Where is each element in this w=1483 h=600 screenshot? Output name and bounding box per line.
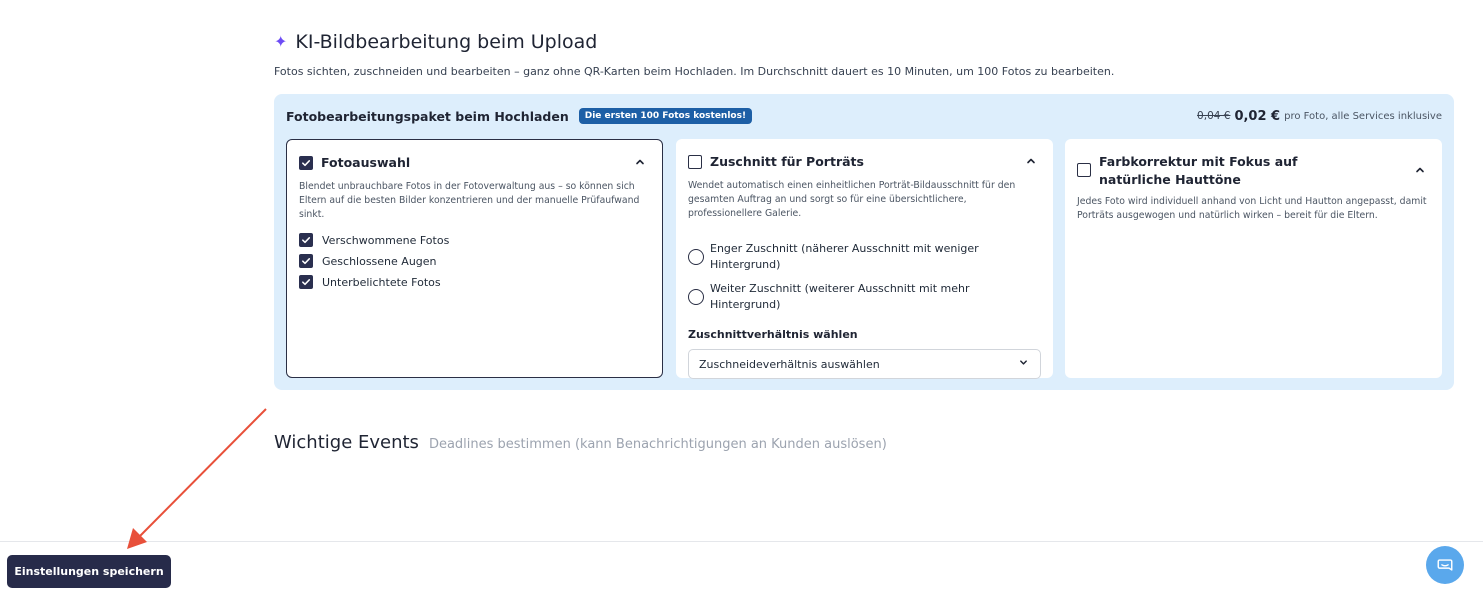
card-photo-selection[interactable]: Fotoauswahl Blendet unbrauchbare Fotos i… <box>286 139 663 378</box>
photo-selection-options: Verschwommene Fotos Geschlossene Augen U… <box>299 233 650 289</box>
radio-tight-crop[interactable]: Enger Zuschnitt (näherer Ausschnitt mit … <box>688 241 1041 273</box>
radio-label: Weiter Zuschnitt (weiterer Ausschnitt mi… <box>710 282 970 311</box>
footer-divider <box>0 541 1483 542</box>
package-title: Fotobearbeitungspaket beim Hochladen <box>286 108 569 124</box>
chevron-up-icon[interactable] <box>630 154 650 172</box>
free-photos-badge: Die ersten 100 Fotos kostenlos! <box>578 108 753 124</box>
chevron-up-icon[interactable] <box>1410 162 1430 180</box>
section-title-row: ✦ KI-Bildbearbeitung beim Upload <box>274 30 1454 54</box>
card-title: Fotoauswahl <box>321 155 411 170</box>
section-title: KI-Bildbearbeitung beim Upload <box>295 31 598 53</box>
chat-bubble-icon[interactable] <box>1426 546 1464 584</box>
color-correction-checkbox[interactable] <box>1077 163 1091 177</box>
option-label: Unterbelichtete Fotos <box>322 275 441 289</box>
save-settings-button[interactable]: Einstellungen speichern <box>7 555 171 588</box>
sparkle-icon: ✦ <box>274 32 288 51</box>
ai-editing-section: ✦ KI-Bildbearbeitung beim Upload Fotos s… <box>274 30 1454 390</box>
card-portrait-crop[interactable]: Zuschnitt für Porträts Wendet automatisc… <box>676 139 1053 379</box>
chevron-down-icon <box>1019 358 1028 370</box>
section-subtitle: Fotos sichten, zuschneiden und bearbeite… <box>274 65 1115 78</box>
radio-button[interactable] <box>688 249 704 265</box>
radio-wide-crop[interactable]: Weiter Zuschnitt (weiterer Ausschnitt mi… <box>688 281 1041 313</box>
photo-editing-package: Fotobearbeitungspaket beim Hochladen Die… <box>274 94 1454 390</box>
select-value: Zuschneideverhältnis auswählen <box>699 357 880 371</box>
card-description: Jedes Foto wird individuell anhand von L… <box>1077 196 1427 221</box>
crop-ratio-select[interactable]: Zuschneideverhältnis auswählen <box>688 349 1041 379</box>
blurry-photos-checkbox[interactable] <box>299 233 313 247</box>
events-section: Wichtige Events Deadlines bestimmen (kan… <box>274 432 887 453</box>
check-icon <box>302 279 311 286</box>
underexposed-checkbox[interactable] <box>299 275 313 289</box>
crop-ratio-label: Zuschnittverhältnis wählen <box>688 328 858 341</box>
chevron-up-icon[interactable] <box>1021 153 1041 171</box>
photo-selection-checkbox[interactable] <box>299 156 313 170</box>
package-price: 0,04 € 0,02 € pro Foto, alle Services in… <box>1197 109 1442 124</box>
option-underexposed[interactable]: Unterbelichtete Fotos <box>299 275 650 289</box>
price-suffix: pro Foto, alle Services inklusive <box>1284 110 1442 122</box>
card-header: Fotoauswahl <box>299 154 650 172</box>
events-title: Wichtige Events <box>274 432 419 453</box>
card-title: Farbkorrektur mit Fokus auf natürliche H… <box>1099 154 1298 187</box>
option-blurry-photos[interactable]: Verschwommene Fotos <box>299 233 650 247</box>
option-closed-eyes[interactable]: Geschlossene Augen <box>299 254 650 268</box>
check-icon <box>302 258 311 265</box>
card-color-correction[interactable]: Farbkorrektur mit Fokus auf natürliche H… <box>1065 139 1442 378</box>
old-price: 0,04 € <box>1197 110 1231 122</box>
new-price: 0,02 € <box>1234 108 1281 124</box>
radio-label: Enger Zuschnitt (näherer Ausschnitt mit … <box>710 242 979 271</box>
card-header: Farbkorrektur mit Fokus auf natürliche H… <box>1077 153 1430 189</box>
events-subtitle: Deadlines bestimmen (kann Benachrichtigu… <box>428 437 887 452</box>
card-description: Blendet unbrauchbare Fotos in der Fotove… <box>299 181 640 220</box>
check-icon <box>302 160 311 167</box>
card-title: Zuschnitt für Porträts <box>710 154 864 169</box>
option-label: Geschlossene Augen <box>322 254 437 268</box>
option-label: Verschwommene Fotos <box>322 233 450 247</box>
package-header: Fotobearbeitungspaket beim Hochladen Die… <box>286 106 1442 126</box>
check-icon <box>302 237 311 244</box>
closed-eyes-checkbox[interactable] <box>299 254 313 268</box>
radio-button[interactable] <box>688 289 704 305</box>
card-header: Zuschnitt für Porträts <box>688 153 1041 171</box>
card-description: Wendet automatisch einen einheitlichen P… <box>688 180 1016 219</box>
crop-radio-group: Enger Zuschnitt (näherer Ausschnitt mit … <box>688 241 1041 313</box>
portrait-crop-checkbox[interactable] <box>688 155 702 169</box>
